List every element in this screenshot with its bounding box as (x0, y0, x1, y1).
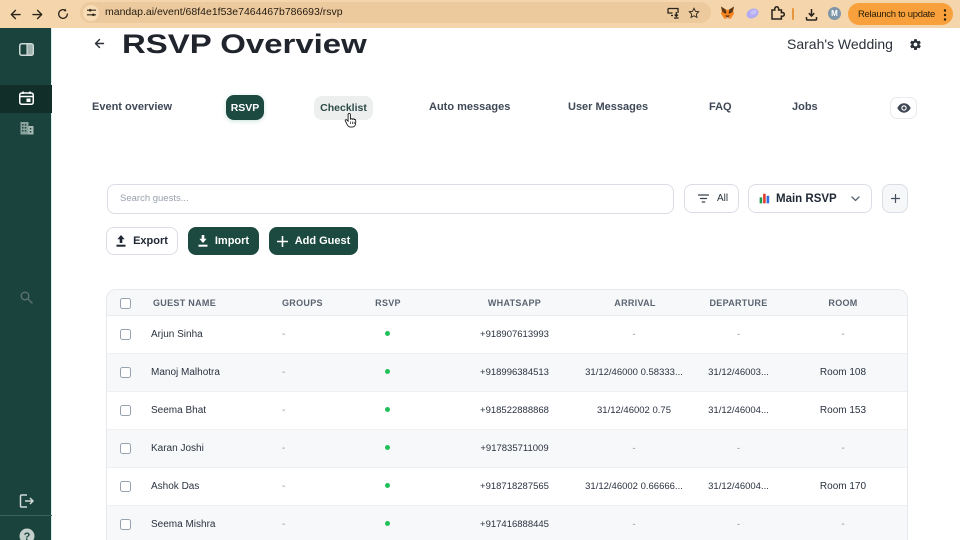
svg-text:?: ? (23, 531, 30, 540)
